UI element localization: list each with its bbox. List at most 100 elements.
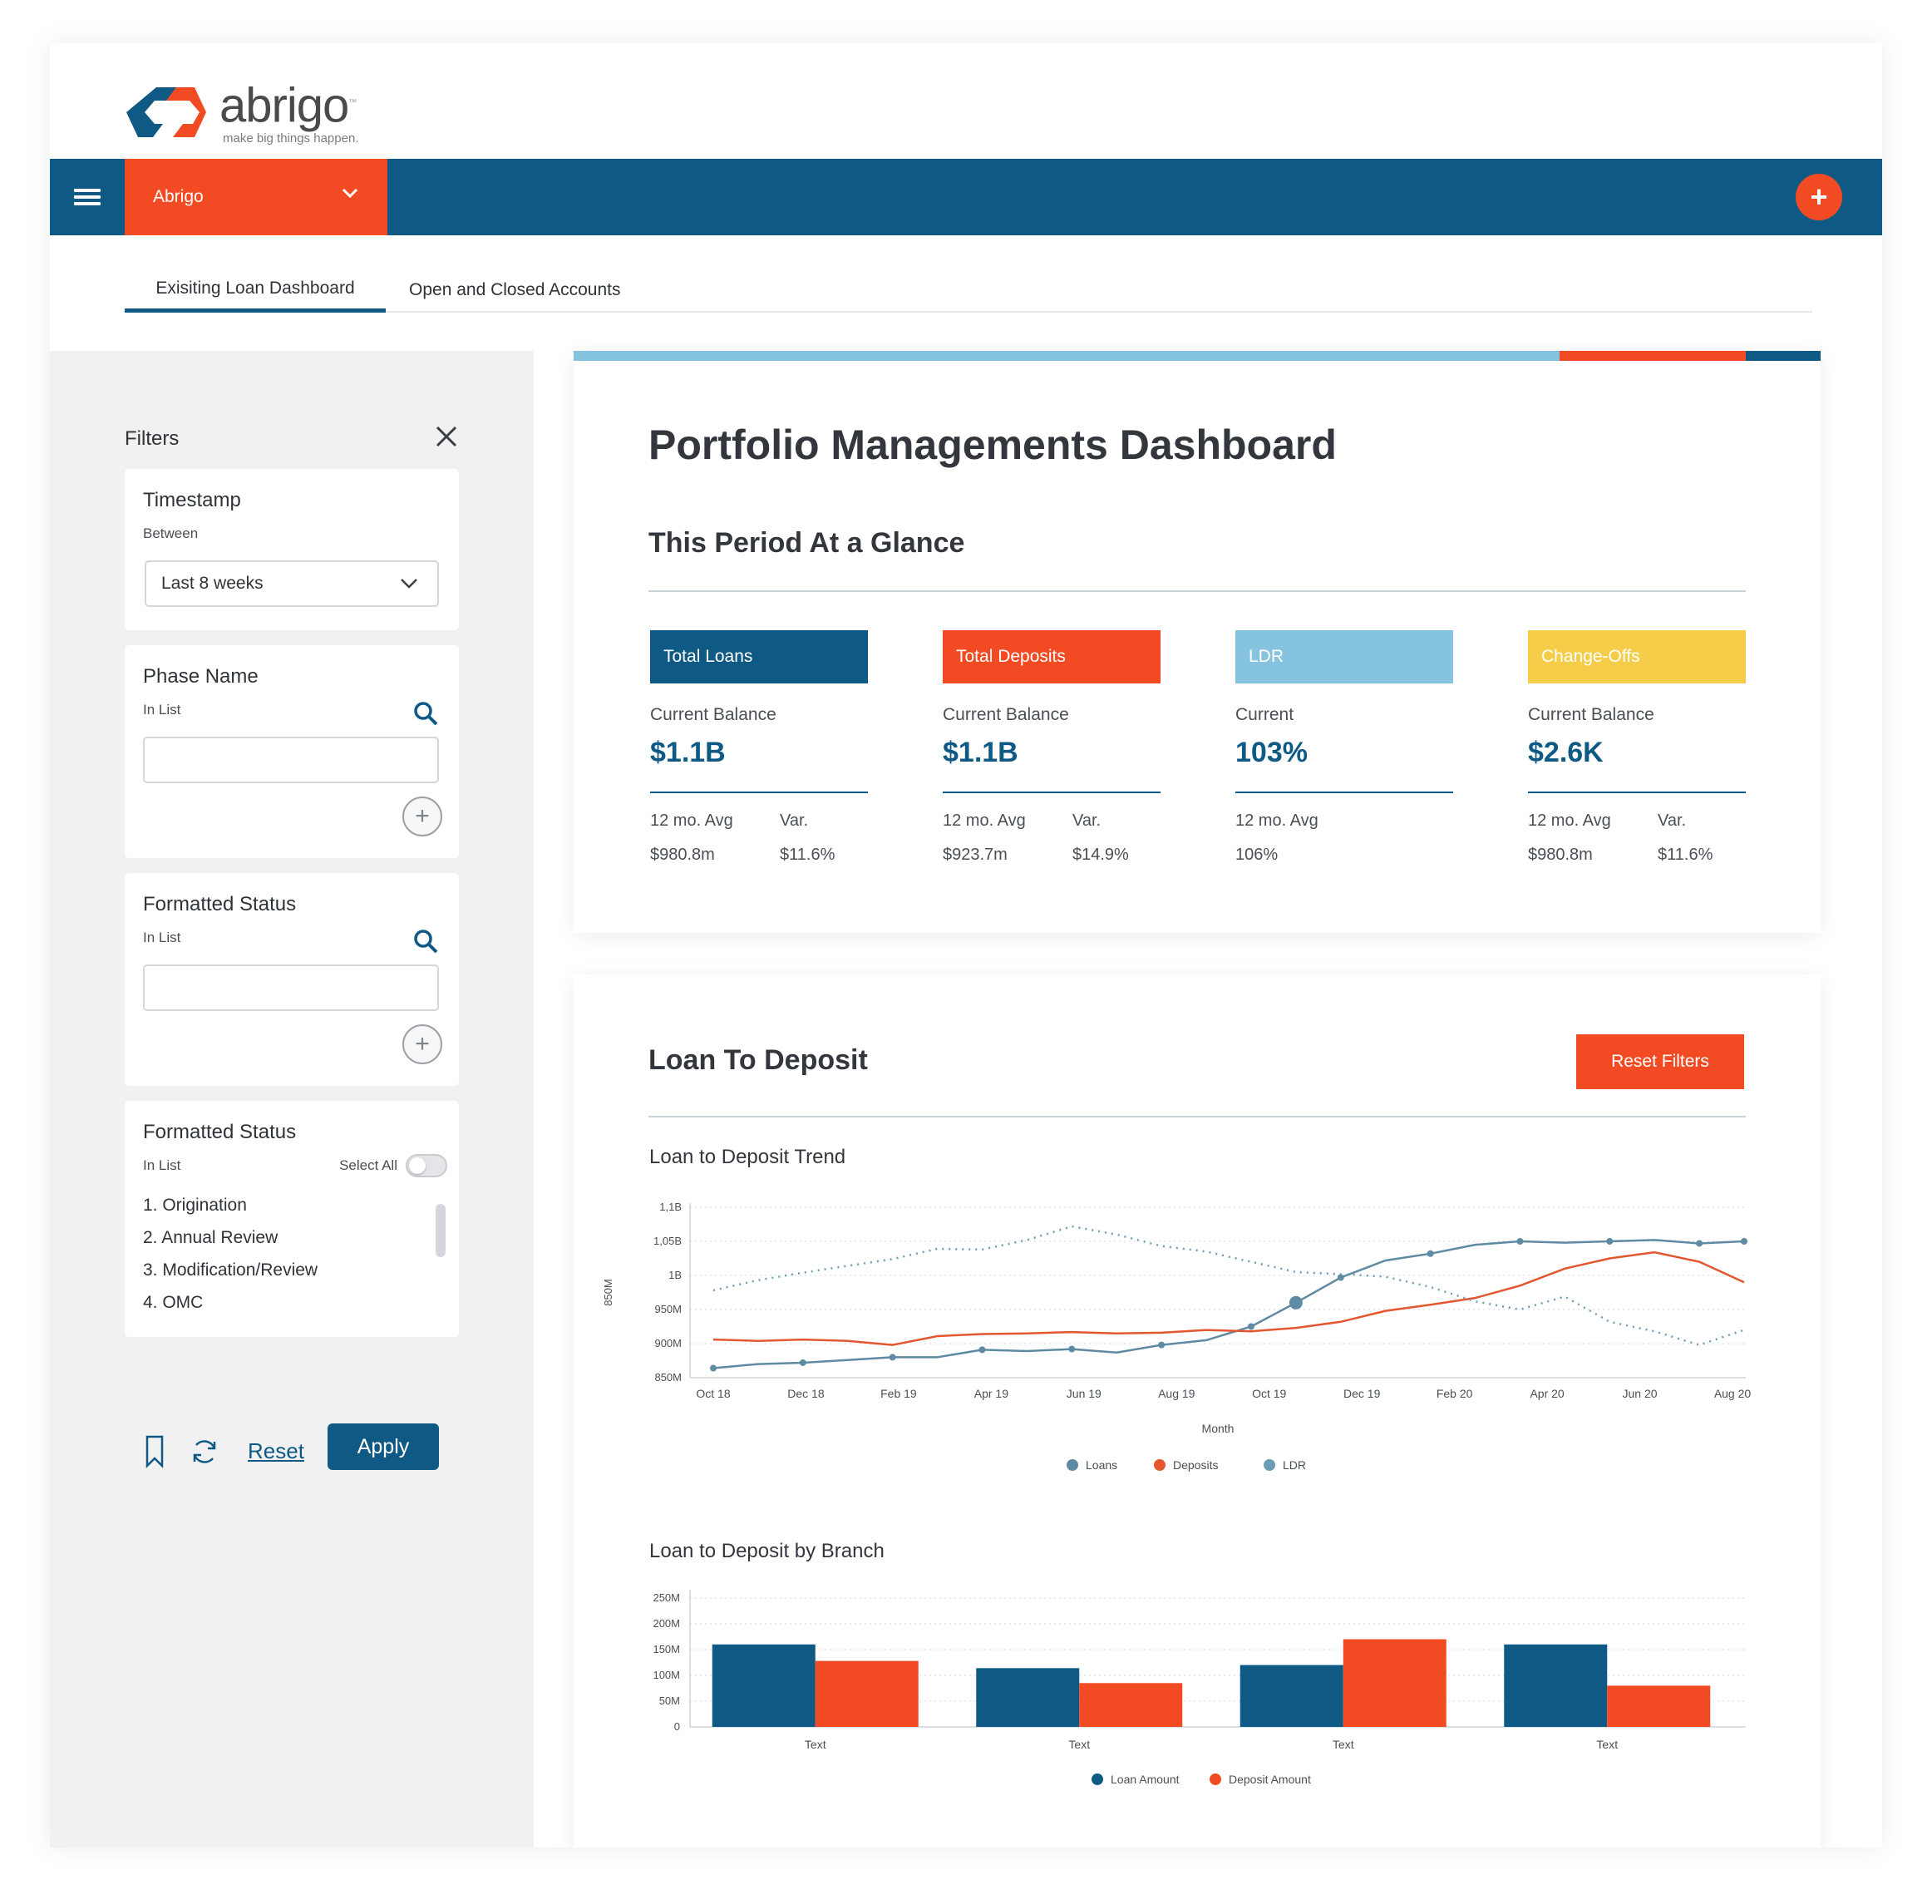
list-item[interactable]: 4. OMC	[143, 1293, 203, 1313]
search-icon[interactable]	[412, 700, 439, 727]
phase-name-input[interactable]	[143, 737, 439, 783]
kpi-header: LDR	[1235, 630, 1453, 683]
legend-marker	[1092, 1773, 1103, 1785]
kpi-ldr: LDR Current 103% 12 mo. Avg 106%	[1235, 630, 1453, 865]
kpi-var-label: Var.	[1072, 811, 1102, 830]
kpi-label: Current	[1235, 705, 1294, 724]
kpi-label: Current Balance	[943, 705, 1069, 724]
kpi-total-loans: Total Loans Current Balance $1.1B 12 mo.…	[650, 630, 868, 865]
legend-marker	[1067, 1459, 1078, 1471]
kpi-label: Current Balance	[1528, 705, 1654, 724]
x-tick-label: Oct 19	[1252, 1387, 1286, 1400]
refresh-icon[interactable]	[190, 1437, 219, 1467]
filter-subtitle: In List	[143, 702, 181, 718]
kpi-avg-value: $923.7m	[943, 846, 1008, 864]
kpi-avg-label: 12 mo. Avg	[943, 811, 1026, 830]
kpi-var-label: Var.	[780, 811, 809, 830]
search-icon[interactable]	[412, 928, 439, 954]
bar-loan-amount	[712, 1644, 816, 1727]
x-tick-label: Dec 18	[787, 1387, 825, 1400]
x-tick-label: Oct 18	[696, 1387, 730, 1400]
kpi-avg-value: 106%	[1235, 846, 1279, 864]
y-tick-label: 1B	[668, 1269, 682, 1281]
tab-existing-loan-dashboard[interactable]: Exisiting Loan Dashboard	[125, 268, 386, 313]
accent-bar-light-blue	[574, 351, 1560, 361]
x-tick-label: Feb 19	[880, 1387, 917, 1400]
data-point	[1741, 1238, 1747, 1245]
data-point	[1337, 1274, 1344, 1281]
x-tick-label: Text	[1333, 1738, 1354, 1751]
data-point	[978, 1346, 986, 1354]
add-filter-value-button[interactable]: +	[402, 1024, 442, 1064]
timestamp-select[interactable]: Last 8 weeks	[145, 560, 439, 607]
hamburger-menu-icon[interactable]	[50, 159, 125, 235]
data-point	[1696, 1240, 1703, 1247]
y-tick-label: 0	[674, 1720, 680, 1733]
loan-to-deposit-by-branch-chart: 0 50M 100M 150M 200M 250M Text Text Text Text Loan…	[653, 1590, 1746, 1786]
list-scrollbar[interactable]	[436, 1204, 446, 1257]
add-button[interactable]: +	[1796, 174, 1842, 220]
x-tick-label: Feb 20	[1437, 1387, 1473, 1400]
list-item[interactable]: 3. Modification/Review	[143, 1260, 318, 1280]
data-point	[1606, 1238, 1614, 1245]
legend-label: Deposit Amount	[1229, 1773, 1311, 1786]
reset-filters-button[interactable]: Reset Filters	[1576, 1034, 1744, 1089]
legend-marker	[1264, 1459, 1275, 1471]
reset-link[interactable]: Reset	[248, 1438, 304, 1464]
kpi-label: Current Balance	[650, 705, 776, 724]
add-filter-value-button[interactable]: +	[402, 797, 442, 836]
kpi-avg-value: $980.8m	[650, 846, 715, 864]
y-tick-label: 1,1B	[659, 1201, 682, 1213]
y-axis-title: 850M	[602, 1279, 614, 1306]
filter-title: Timestamp	[143, 489, 241, 511]
y-tick-label: 950M	[654, 1303, 682, 1315]
kpi-header: Change-Offs	[1528, 630, 1746, 683]
timestamp-filter-card: Timestamp Between Last 8 weeks	[125, 469, 459, 630]
filters-title: Filters	[125, 427, 180, 450]
apply-button[interactable]: Apply	[328, 1423, 439, 1470]
series-line-ldr	[712, 1225, 1745, 1346]
filter-title: Phase Name	[143, 665, 259, 688]
kpi-header: Total Loans	[650, 630, 868, 683]
y-tick-label: 900M	[654, 1337, 682, 1349]
kpi-avg-label: 12 mo. Avg	[1528, 811, 1611, 830]
x-tick-label: Text	[805, 1738, 826, 1751]
legend-label: Loan Amount	[1111, 1773, 1180, 1786]
select-all-toggle[interactable]	[406, 1154, 447, 1177]
legend-label: Deposits	[1173, 1458, 1218, 1472]
kpi-avg-label: 12 mo. Avg	[650, 811, 733, 830]
brand-name: abrigo	[219, 78, 349, 133]
data-point	[1247, 1323, 1254, 1330]
formatted-status-input[interactable]	[143, 964, 439, 1011]
data-point	[799, 1359, 806, 1366]
bar-deposit-amount	[1079, 1683, 1183, 1727]
legend-marker	[1154, 1459, 1166, 1471]
data-point	[1516, 1238, 1524, 1245]
close-icon[interactable]	[434, 424, 459, 449]
kpi-value: 103%	[1235, 737, 1308, 768]
list-item[interactable]: 1. Origination	[143, 1196, 247, 1216]
brand-logo[interactable]: abrigo™ make big things happen.	[125, 67, 358, 158]
kpi-value: $1.1B	[943, 737, 1018, 768]
legend-label: Loans	[1086, 1458, 1117, 1472]
y-tick-label: 50M	[659, 1694, 680, 1707]
bookmark-icon[interactable]	[145, 1435, 165, 1468]
chart-title: Loan to Deposit Trend	[649, 1146, 846, 1168]
organization-dropdown[interactable]: Abrigo	[125, 159, 387, 235]
filters-sidebar: Filters Timestamp Between Last 8 weeks P…	[50, 351, 534, 1847]
filter-subtitle: Between	[143, 525, 199, 541]
bar-deposit-amount	[1607, 1685, 1711, 1727]
select-all-label: Select All	[339, 1157, 397, 1173]
filter-title: Formatted Status	[143, 893, 297, 915]
kpi-header: Total Deposits	[943, 630, 1161, 683]
page-title: Portfolio Managements Dashboard	[648, 422, 1337, 468]
brand-tagline: make big things happen.	[223, 131, 359, 146]
section-title: This Period At a Glance	[648, 527, 965, 559]
divider	[648, 1116, 1746, 1117]
accent-bar-dark-blue	[1746, 351, 1821, 361]
highlighted-data-point	[1289, 1295, 1303, 1310]
list-item[interactable]: 2. Annual Review	[143, 1228, 278, 1248]
kpi-avg-value: $980.8m	[1528, 846, 1593, 864]
tab-open-closed-accounts[interactable]: Open and Closed Accounts	[409, 268, 621, 313]
bar-loan-amount	[1240, 1665, 1343, 1727]
